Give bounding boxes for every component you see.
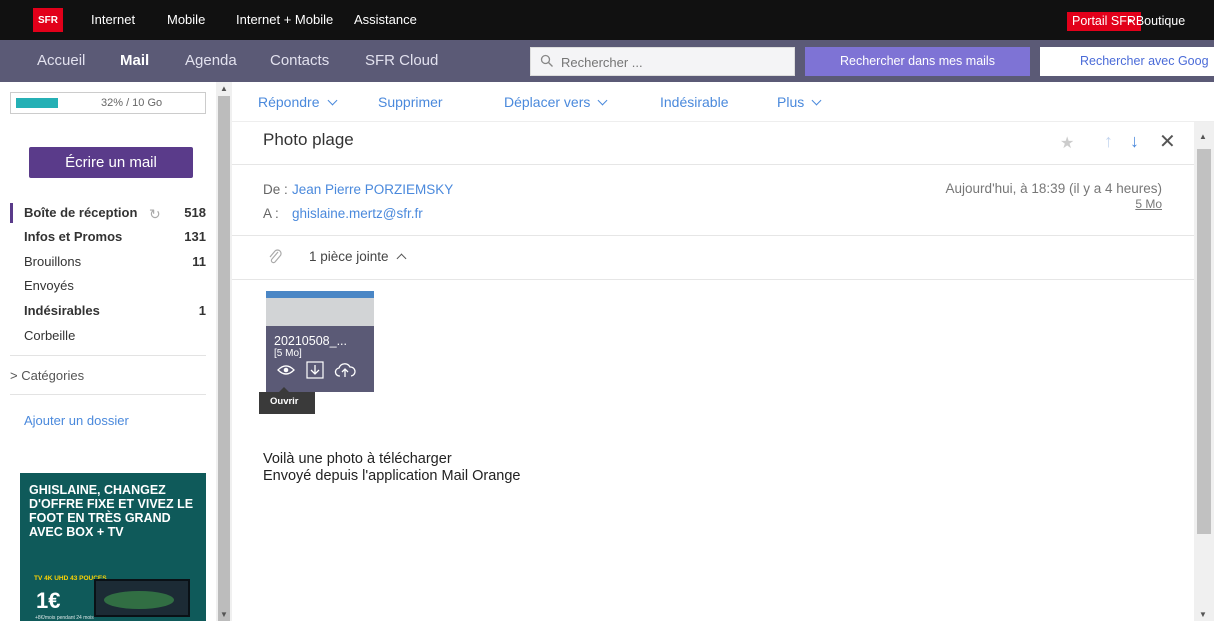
tv-image [94,579,190,617]
move-label: Déplacer vers [504,94,591,110]
folder-label: Infos et Promos [24,229,123,244]
message-size: 5 Mo [1135,197,1162,211]
topnav-internet[interactable]: Internet [91,0,135,40]
sidebar-scrollbar[interactable]: ▲ ▼ [216,82,232,621]
folder-count: 131 [184,229,206,244]
chevron-down-icon [327,95,337,106]
folder-trash[interactable]: Corbeille [10,326,206,346]
search-box[interactable] [530,47,795,76]
attachment-card[interactable]: 20210508_... [5 Mo] [266,291,374,392]
sfr-logo[interactable]: SFR [33,8,63,32]
folder-count: 11 [192,254,206,269]
folder-spam[interactable]: Indésirables 1 [10,301,206,321]
search-google-button[interactable]: Rechercher avec Goog [1040,47,1214,76]
folder-infos-promos[interactable]: Infos et Promos 131 [10,227,206,247]
nav-accueil[interactable]: Accueil [37,40,85,82]
categories-toggle[interactable]: > Catégories [10,368,84,383]
topnav-internet-mobile[interactable]: Internet + Mobile [236,0,333,40]
write-mail-button[interactable]: Écrire un mail [29,147,193,178]
sidebar-divider [10,355,206,356]
from-value[interactable]: Jean Pierre PORZIEMSKY [292,182,453,197]
cloud-upload-icon[interactable] [334,362,356,378]
body-line: Voilà une photo à télécharger [263,451,452,467]
more-label: Plus [777,94,805,110]
message-subject: Photo plage [263,130,354,149]
download-icon[interactable] [306,361,324,379]
arrow-up-icon[interactable]: ↑ [1104,131,1113,152]
quota-bar-fill [16,98,58,108]
search-mail-button[interactable]: Rechercher dans mes mails [805,47,1030,76]
folder-label: Indésirables [24,303,100,318]
paperclip-icon [269,249,282,264]
folder-sent[interactable]: Envoyés [10,276,206,296]
scroll-up-arrow-icon[interactable]: ▲ [220,84,228,93]
divider [232,235,1194,236]
attachment-size: [5 Mo] [274,348,302,359]
to-value[interactable]: ghislaine.mertz@sfr.fr [292,206,423,221]
folder-inbox[interactable]: Boîte de réception ↻ 518 [10,203,206,223]
folder-label: Boîte de réception [24,205,138,220]
star-icon[interactable]: ★ [1060,133,1074,153]
divider [232,164,1194,165]
sidebar: 32% / 10 Go Écrire un mail Boîte de réce… [0,82,216,621]
refresh-icon[interactable]: ↻ [149,204,161,224]
arrow-down-icon[interactable]: ↓ [1130,131,1139,152]
divider [232,279,1194,280]
folder-label: Envoyés [24,278,74,293]
reply-button[interactable]: Répondre [258,82,337,122]
folder-label: Corbeille [24,328,76,343]
quota-label: 32% / 10 Go [101,97,163,109]
search-input[interactable] [561,52,786,72]
to-label: A : [263,206,279,221]
scroll-down-arrow-icon[interactable]: ▼ [220,610,228,619]
scrollbar-thumb[interactable] [218,96,230,621]
message-body: Voilà une photo à télécharger Envoyé dep… [263,451,520,485]
nav-contacts[interactable]: Contacts [270,40,329,82]
folder-count: 1 [198,303,206,318]
chevron-up-icon [396,253,407,264]
nav-sfr-cloud[interactable]: SFR Cloud [365,40,438,82]
boutique-link[interactable]: • Boutique [1128,12,1185,31]
nav-mail[interactable]: Mail [120,40,149,82]
storage-quota: 32% / 10 Go [10,92,206,114]
open-tooltip: Ouvrir [259,387,315,414]
ad-small-print: +8€/mois pendant 24 mois [35,615,94,621]
topnav-mobile[interactable]: Mobile [167,0,205,40]
delete-button[interactable]: Supprimer [378,82,443,122]
more-button[interactable]: Plus [777,82,822,122]
message-toolbar: Répondre Supprimer Déplacer vers Indésir… [232,82,1214,122]
from-label: De : [263,182,288,197]
top-bar: SFR Internet Mobile Internet + Mobile As… [0,0,1214,40]
scroll-down-arrow-icon[interactable]: ▼ [1199,610,1207,619]
sidebar-divider [10,394,206,395]
ad-banner[interactable]: GHISLAINE, CHANGEZ D'OFFRE FIXE ET VIVEZ… [20,473,206,621]
folder-count: 518 [184,205,206,220]
close-icon[interactable]: ✕ [1159,129,1176,154]
topnav-assistance[interactable]: Assistance [354,0,417,40]
nav-agenda[interactable]: Agenda [185,40,237,82]
chevron-down-icon [811,95,822,106]
spam-button[interactable]: Indésirable [660,82,729,122]
scrollbar-thumb[interactable] [1197,149,1211,534]
eye-icon[interactable] [277,363,295,377]
reply-label: Répondre [258,94,320,110]
message-scrollbar[interactable]: ▲ ▼ [1194,122,1214,621]
search-icon [540,54,553,67]
attachment-thumbnail[interactable] [266,291,374,326]
add-folder-link[interactable]: Ajouter un dossier [24,413,129,428]
folder-label: Brouillons [24,254,82,269]
folder-drafts[interactable]: Brouillons 11 [10,252,206,272]
message-date: Aujourd'hui, à 18:39 (il y a 4 heures) [945,181,1162,196]
scroll-up-arrow-icon[interactable]: ▲ [1199,132,1207,141]
ad-headline: GHISLAINE, CHANGEZ D'OFFRE FIXE ET VIVEZ… [29,483,194,539]
attachment-name: 20210508_... [274,334,347,348]
chevron-down-icon [597,95,608,106]
move-to-button[interactable]: Déplacer vers [504,82,608,122]
ad-price: 1€ [36,588,61,613]
attachments-label: 1 pièce jointe [309,249,389,264]
body-line: Envoyé depuis l'application Mail Orange [263,468,521,484]
